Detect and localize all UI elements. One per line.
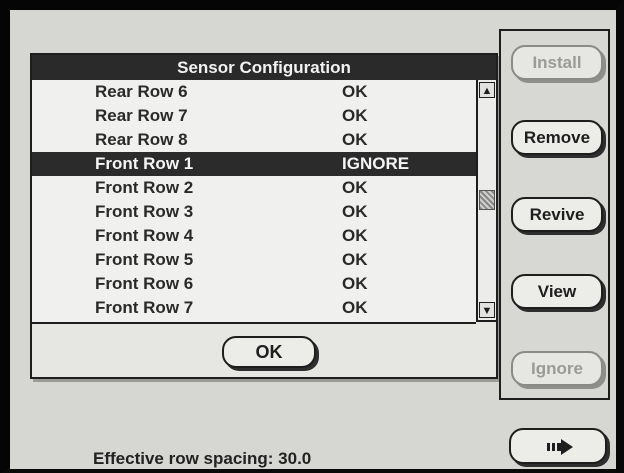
row-spacing-readout: Effective row spacing: 30.0 <box>93 449 312 468</box>
sensor-row-status: IGNORE <box>342 154 410 173</box>
sensor-row-name: Front Row 1 <box>95 154 194 173</box>
sensor-row-status: OK <box>342 226 368 245</box>
sensor-row[interactable]: Front Row 4 OK <box>32 224 476 248</box>
display-screen: Sensor Configuration Rear Row 6 OK Rear Ro… <box>10 10 616 469</box>
scroll-thumb[interactable] <box>479 190 495 210</box>
sensor-row-name: Rear Row 6 <box>95 82 188 101</box>
arrow-down-icon[interactable]: ▼ <box>479 302 495 318</box>
sensor-row-name: Front Row 6 <box>95 274 194 293</box>
sensor-row[interactable]: Rear Row 7 OK <box>32 104 476 128</box>
sensor-row-name: Front Row 5 <box>95 250 194 269</box>
sensor-row-status: OK <box>342 202 368 221</box>
next-button[interactable] <box>509 428 607 464</box>
sensor-row-status: OK <box>342 250 368 269</box>
sensor-list[interactable]: Rear Row 6 OK Rear Row 7 OK Rear Row 8 OK Fron… <box>32 80 476 324</box>
sensor-row-name: Rear Row 8 <box>95 130 188 149</box>
sensor-row-status: OK <box>342 106 368 125</box>
arrow-up-icon[interactable]: ▲ <box>479 82 495 98</box>
revive-button[interactable]: Revive <box>511 197 603 232</box>
view-button[interactable]: View <box>511 274 603 309</box>
ignore-button[interactable]: Ignore <box>511 351 603 386</box>
sensor-row[interactable]: Front Row 3 OK <box>32 200 476 224</box>
sensor-row[interactable]: Front Row 6 OK <box>32 272 476 296</box>
sensor-row[interactable]: Front Row 1 IGNORE <box>32 152 476 176</box>
list-scrollbar[interactable]: ▲ ▼ <box>476 80 496 322</box>
sensor-row-status: OK <box>342 130 368 149</box>
install-button[interactable]: Install <box>511 45 603 80</box>
sensor-row-name: Front Row 3 <box>95 202 194 221</box>
sensor-row-name: Front Row 2 <box>95 178 194 197</box>
remove-button[interactable]: Remove <box>511 120 603 155</box>
sensor-row[interactable]: Front Row 2 OK <box>32 176 476 200</box>
sensor-row-status: OK <box>342 178 368 197</box>
sensor-configuration-dialog: Sensor Configuration Rear Row 6 OK Rear Ro… <box>30 53 498 379</box>
sensor-row[interactable]: Rear Row 8 OK <box>32 128 476 152</box>
sensor-row[interactable]: Front Row 5 OK <box>32 248 476 272</box>
ok-button[interactable]: OK <box>222 336 316 368</box>
sensor-row[interactable]: Rear Row 6 OK <box>32 80 476 104</box>
dialog-title: Sensor Configuration <box>32 55 496 80</box>
sensor-row[interactable]: Front Row 7 OK <box>32 296 476 320</box>
sensor-row-status: OK <box>342 298 368 317</box>
sensor-row-name: Front Row 7 <box>95 298 194 317</box>
sensor-row-status: OK <box>342 82 368 101</box>
next-arrow-icon <box>547 439 573 455</box>
action-panel: Install Remove Revive View Ignore <box>499 29 610 400</box>
sensor-row-name: Rear Row 7 <box>95 106 188 125</box>
sensor-row-name: Front Row 4 <box>95 226 194 245</box>
sensor-row-status: OK <box>342 274 368 293</box>
